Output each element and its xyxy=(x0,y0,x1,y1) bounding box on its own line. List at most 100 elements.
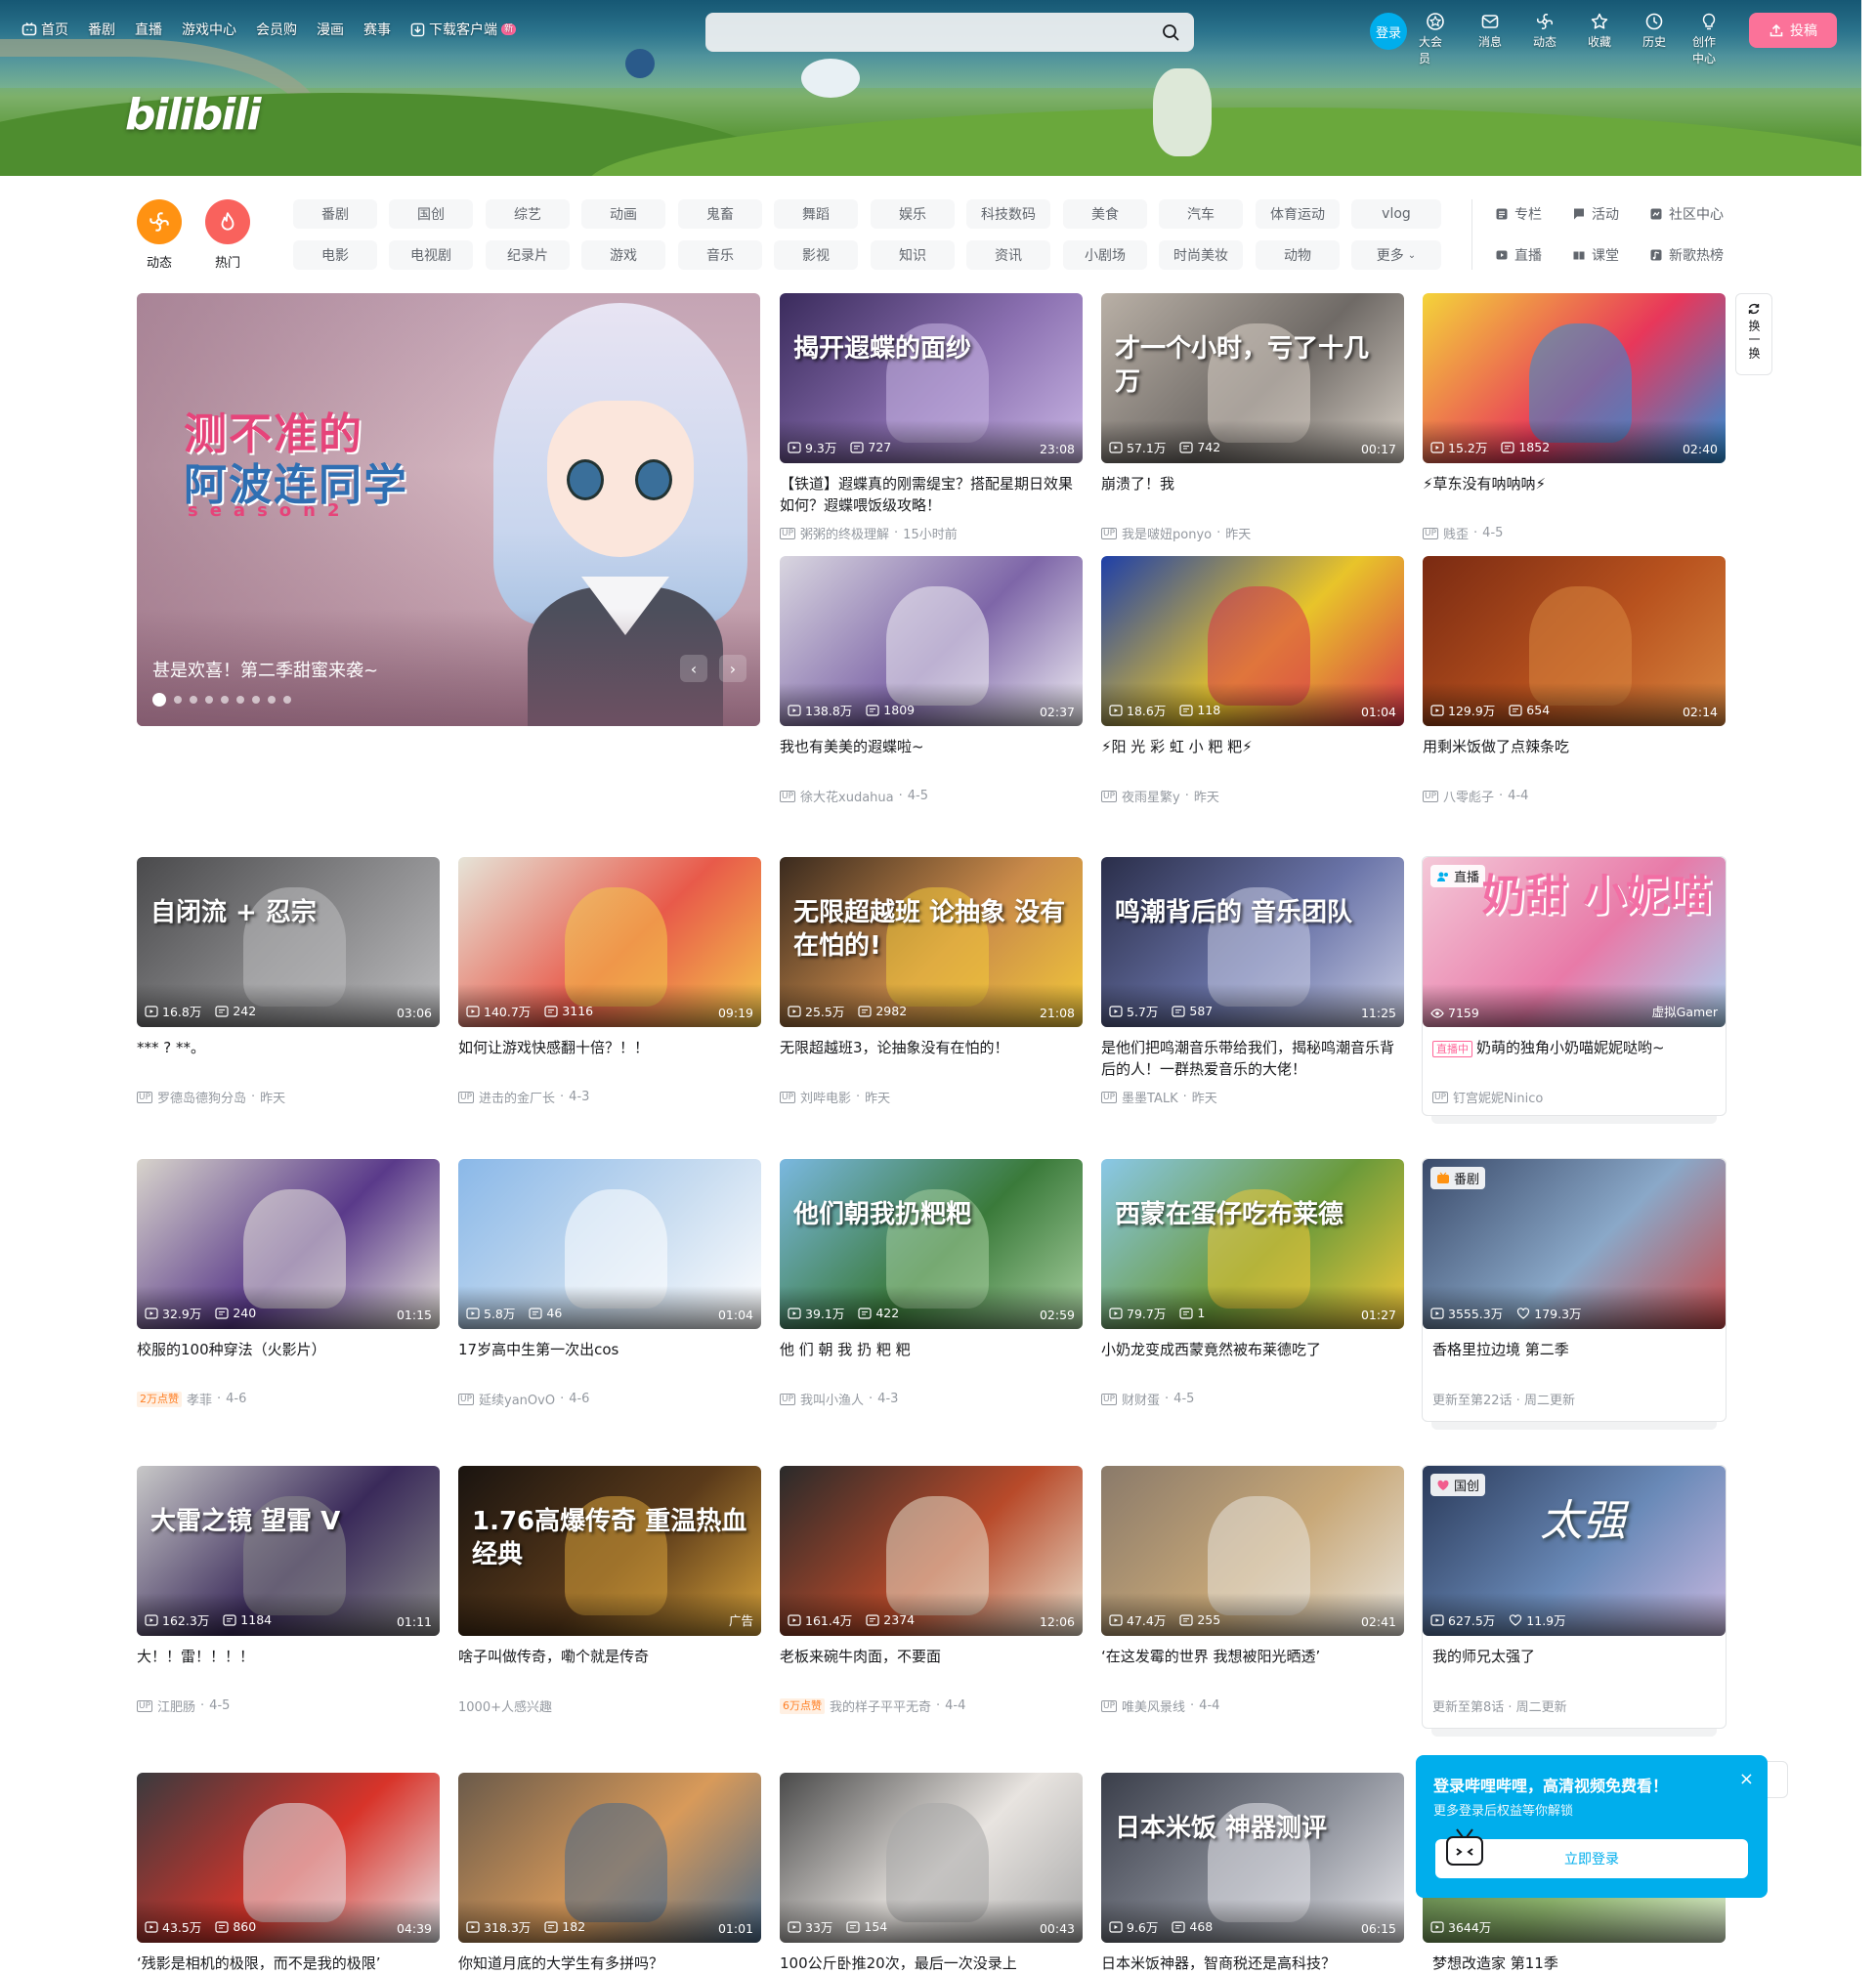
video-card[interactable]: 33万 154 00:43 100公斤卧推20次，最后一次没录上 xyxy=(780,1773,1083,1975)
video-card[interactable]: 才一个小时，亏了十几万 57.1万 742 00:17 崩溃了！我 UP 我是啵妞ponyo… xyxy=(1101,293,1404,542)
video-author[interactable]: 夜雨星繁y xyxy=(1122,787,1180,805)
video-thumbnail[interactable]: 33万 154 00:43 xyxy=(780,1773,1083,1943)
video-author[interactable]: 我是啵妞ponyo xyxy=(1122,524,1212,542)
video-title[interactable]: 你知道月底的大学生有多拼吗？ xyxy=(458,1953,761,1975)
last-title[interactable]: 梦想改造家 第11季 xyxy=(1423,1953,1726,1975)
live-card[interactable]: 直播 奶甜 小妮喵 7159 虚拟Gamer 直播中 奶萌的独角小奶喵妮妮哒哟~ … xyxy=(1423,857,1726,1106)
video-author[interactable]: 贱歪 xyxy=(1443,524,1469,542)
video-thumbnail[interactable]: 西蒙在蛋仔吃布莱德 79.7万 1 01:27 xyxy=(1101,1159,1404,1329)
nav-manga[interactable]: 漫画 xyxy=(317,20,344,39)
channel-row2-item[interactable]: 时尚美妆 xyxy=(1159,240,1243,270)
channel-row1-item[interactable]: vlog xyxy=(1351,199,1441,229)
video-card[interactable]: 129.9万 654 02:14 用剩米饭做了点辣条吃 UP 八零彪子 · 4-4 xyxy=(1423,556,1726,805)
video-thumbnail[interactable]: 5.8万 46 01:04 xyxy=(458,1159,761,1329)
video-card[interactable]: 他们朝我扔粑粑 39.1万 422 02:59 他 们 朝 我 扔 粑 粑 UP 我叫小渔人… xyxy=(780,1159,1083,1408)
video-title[interactable]: 他 们 朝 我 扔 粑 粑 xyxy=(780,1339,1083,1382)
channel-row2-item[interactable]: 资讯 xyxy=(966,240,1050,270)
bangumi-card[interactable]: 番剧 3555.3万 179.3万 香格里拉边境 第二季 更新至第22话 · 周… xyxy=(1423,1159,1726,1408)
video-title[interactable]: ⚡阳 光 彩 虹 小 粑 粑⚡ xyxy=(1101,736,1404,779)
carousel-next-button[interactable]: › xyxy=(719,655,746,682)
video-author[interactable]: 八零彪子 xyxy=(1443,787,1494,805)
link-classroom[interactable]: 课堂 xyxy=(1572,245,1619,265)
video-title[interactable]: 校服的100种穿法（火影片） xyxy=(137,1339,440,1382)
video-card[interactable]: 15.2万 1852 02:40 ⚡草东没有呐呐呐⚡ UP 贱歪 · 4-5 xyxy=(1423,293,1726,542)
dynamic-channel-button[interactable] xyxy=(137,199,182,244)
search-input[interactable] xyxy=(706,14,1136,51)
guochuang-thumbnail[interactable]: 国创 太强 627.5万 11.9万 xyxy=(1423,1466,1726,1636)
channel-row1-item[interactable]: 体育运动 xyxy=(1256,199,1340,229)
video-title[interactable]: 17岁高中生第一次出cos xyxy=(458,1339,761,1382)
nav-match[interactable]: 赛事 xyxy=(363,20,391,39)
video-thumbnail[interactable]: 15.2万 1852 02:40 xyxy=(1423,293,1726,463)
nav-bangumi[interactable]: 番剧 xyxy=(88,20,115,39)
channel-row1-item[interactable]: 综艺 xyxy=(486,199,570,229)
carousel-caption[interactable]: 甚是欢喜！第二季甜蜜来袭~ xyxy=(152,657,378,682)
link-column[interactable]: 专栏 xyxy=(1495,204,1542,224)
nav-history[interactable]: 历史 xyxy=(1638,12,1671,66)
carousel-prev-button[interactable]: ‹ xyxy=(680,655,707,682)
video-title[interactable]: 大！！雷！！！！ xyxy=(137,1646,440,1689)
video-card[interactable]: 138.8万 1809 02:37 我也有美美的遐蝶啦~ UP 徐大花xudahua · 4-… xyxy=(780,556,1083,805)
video-author[interactable]: 粥粥的终极理解 xyxy=(800,524,889,542)
video-title[interactable]: 【铁道】遐蝶真的刚需缇宝？搭配星期日效果如何？遐蝶喂饭级攻略！ xyxy=(780,473,1083,516)
video-thumbnail[interactable]: 161.4万 2374 12:06 xyxy=(780,1466,1083,1636)
hot-channel-button[interactable] xyxy=(205,199,250,244)
video-title[interactable]: 我也有美美的遐蝶啦~ xyxy=(780,736,1083,779)
channel-row1-item[interactable]: 科技数码 xyxy=(966,199,1050,229)
channel-row1-item[interactable]: 动画 xyxy=(581,199,665,229)
link-community[interactable]: 社区中心 xyxy=(1649,204,1724,224)
video-thumbnail[interactable]: 鸣潮背后的 音乐团队 5.7万 587 11:25 xyxy=(1101,857,1404,1027)
video-thumbnail[interactable]: 43.5万 860 04:39 xyxy=(137,1773,440,1943)
channel-row1-item[interactable]: 番剧 xyxy=(293,199,377,229)
video-card[interactable]: 318.3万 182 01:01 你知道月底的大学生有多拼吗？ xyxy=(458,1773,761,1975)
link-music-chart[interactable]: 新歌热榜 xyxy=(1649,245,1724,265)
channel-row2-item[interactable]: 小剧场 xyxy=(1063,240,1147,270)
carousel-dot[interactable] xyxy=(174,696,182,704)
channel-row2-item[interactable]: 音乐 xyxy=(678,240,762,270)
video-card[interactable]: 鸣潮背后的 音乐团队 5.7万 587 11:25 是他们把鸣潮音乐带给我们，揭秘鸣潮音… xyxy=(1101,857,1404,1106)
live-title[interactable]: 奶萌的独角小奶喵妮妮哒哟~ xyxy=(1476,1039,1665,1056)
video-thumbnail[interactable]: 18.6万 118 01:04 xyxy=(1101,556,1404,726)
link-live[interactable]: 直播 xyxy=(1495,245,1542,265)
video-author[interactable]: 进击的金厂长 xyxy=(479,1088,555,1106)
video-card[interactable]: 1.76高爆传奇 重温热血经典 广告 啥子叫做传奇，嘞个就是传奇 1000+人感兴趣 xyxy=(458,1466,761,1715)
video-author[interactable]: 江肥肠 xyxy=(157,1696,195,1715)
channel-row1-item[interactable]: 娱乐 xyxy=(871,199,955,229)
video-title[interactable]: 日本米饭神器，智商税还是高科技？ xyxy=(1101,1953,1404,1975)
carousel-dot[interactable] xyxy=(190,696,197,704)
carousel-dot[interactable] xyxy=(205,696,213,704)
guochuang-title[interactable]: 我的师兄太强了 xyxy=(1423,1646,1726,1689)
upload-button[interactable]: 投稿 xyxy=(1749,13,1837,48)
channel-row2-item[interactable]: 动物 xyxy=(1256,240,1340,270)
channel-row1-item[interactable]: 国创 xyxy=(389,199,473,229)
video-author[interactable]: 我的样子平平无奇 xyxy=(830,1696,931,1715)
nav-home[interactable]: 首页 xyxy=(21,20,68,39)
video-card[interactable]: 47.4万 255 02:41 ‘在这发霉的世界 我想被阳光晒透’ UP 唯美风景线 · 4-… xyxy=(1101,1466,1404,1715)
bangumi-title[interactable]: 香格里拉边境 第二季 xyxy=(1423,1339,1726,1382)
carousel-dot[interactable] xyxy=(252,696,260,704)
video-title[interactable]: 啥子叫做传奇，嘞个就是传奇 xyxy=(458,1646,761,1689)
nav-creator-center[interactable]: 创作中心 xyxy=(1692,12,1726,66)
nav-dynamic[interactable]: 动态 xyxy=(1528,12,1561,66)
bangumi-thumbnail[interactable]: 番剧 3555.3万 179.3万 xyxy=(1423,1159,1726,1329)
video-thumbnail[interactable]: 揭开遐蝶的面纱 9.3万 727 23:08 xyxy=(780,293,1083,463)
nav-message[interactable]: 消息 xyxy=(1473,12,1507,66)
channel-row1-item[interactable]: 舞蹈 xyxy=(774,199,858,229)
video-author[interactable]: 徐大花xudahua xyxy=(800,787,894,805)
video-thumbnail[interactable]: 才一个小时，亏了十几万 57.1万 742 00:17 xyxy=(1101,293,1404,463)
video-card[interactable]: 日本米饭 神器测评 9.6万 468 06:15 日本米饭神器，智商税还是高科技？ xyxy=(1101,1773,1404,1975)
channel-row1-item[interactable]: 汽车 xyxy=(1159,199,1243,229)
video-card[interactable]: 161.4万 2374 12:06 老板来碗牛肉面，不要面 6万点赞 我的样子平平无奇 · 4… xyxy=(780,1466,1083,1715)
video-title[interactable]: ‘残影是相机的极限，而不是我的极限’ xyxy=(137,1953,440,1975)
video-thumbnail[interactable]: 32.9万 240 01:15 xyxy=(137,1159,440,1329)
video-thumbnail[interactable]: 129.9万 654 02:14 xyxy=(1423,556,1726,726)
refresh-button[interactable]: 换一换 xyxy=(1735,293,1772,375)
nav-live[interactable]: 直播 xyxy=(135,20,162,39)
carousel-dot[interactable] xyxy=(152,693,166,707)
video-author[interactable]: 罗德岛德狗分岛 xyxy=(157,1088,246,1106)
channel-row2-item[interactable]: 电视剧 xyxy=(389,240,473,270)
video-card[interactable]: 5.8万 46 01:04 17岁高中生第一次出cos UP 延续yanOvO · 4-6 xyxy=(458,1159,761,1408)
video-thumbnail[interactable]: 140.7万 3116 09:19 xyxy=(458,857,761,1027)
nav-favorites[interactable]: 收藏 xyxy=(1583,12,1616,66)
banner-carousel[interactable]: 测不准的 阿波连同学 season2 甚是欢喜！第二季甜蜜来袭~ ‹ › xyxy=(137,293,760,726)
